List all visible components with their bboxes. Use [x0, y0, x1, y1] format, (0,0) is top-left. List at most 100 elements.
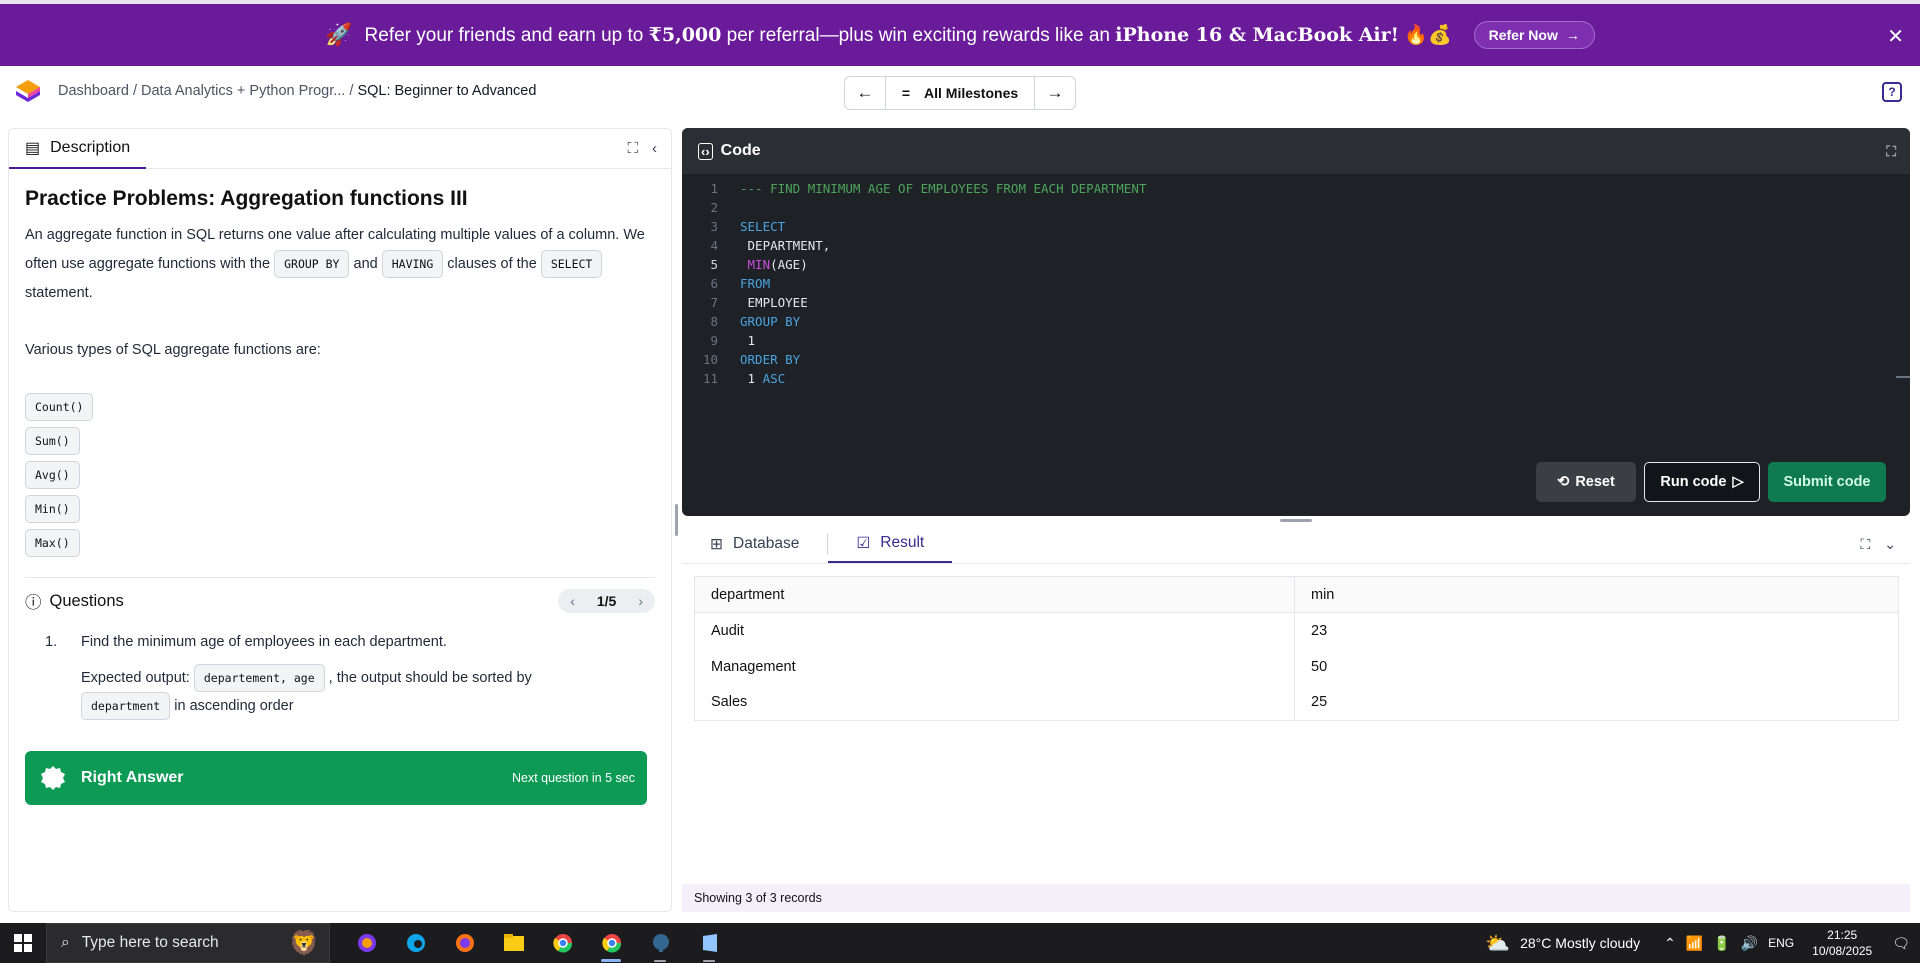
chrome-icon[interactable]	[538, 923, 587, 963]
records-count: Showing 3 of 3 records	[682, 884, 1910, 912]
breadcrumb: Dashboard / Data Analytics + Python Prog…	[58, 83, 537, 99]
windows-start-icon[interactable]	[0, 923, 46, 963]
system-tray: ⛅ 28°C Mostly cloudy ⌃ 📶 🔋 🔊 ENG 21:25 1…	[1485, 923, 1920, 963]
fullscreen-icon[interactable]: ⛶	[1886, 143, 1896, 160]
tab-result[interactable]: ☑ Result	[828, 525, 953, 563]
table-row: Audit 23	[694, 612, 1899, 649]
rocket-icon: 🚀	[325, 22, 353, 47]
description-content: Practice Problems: Aggregation functions…	[9, 169, 671, 911]
volume-icon[interactable]: 🔊	[1741, 935, 1758, 952]
editor-scroll-marker	[1896, 376, 1910, 378]
code-icon: ‹›	[698, 142, 713, 160]
panel-resize-handle[interactable]	[675, 504, 678, 536]
lion-icon: 🦁	[289, 929, 319, 957]
promo-message: Refer your friends and earn up to ₹5,000…	[364, 24, 1452, 46]
taskbar-search[interactable]: ⌕ Type here to search 🦁	[46, 923, 330, 963]
check-square-icon: ☑	[856, 534, 871, 552]
code-chip-having: HAVING	[381, 250, 444, 279]
badge-check-icon	[41, 766, 65, 790]
weather-icon[interactable]: ⛅	[1485, 931, 1510, 956]
close-icon[interactable]: ✕	[1887, 24, 1904, 49]
play-icon: ▷	[1732, 474, 1744, 490]
all-milestones-button[interactable]: = All Milestones	[885, 77, 1035, 109]
breadcrumb-path[interactable]: Dashboard / Data Analytics + Python Prog…	[58, 83, 345, 99]
search-icon: ⌕	[61, 934, 70, 951]
result-table: department min Audit 23 Management 50 Sale…	[694, 576, 1899, 721]
postgres-icon[interactable]	[636, 923, 685, 963]
vertical-resize-handle[interactable]	[1280, 519, 1312, 522]
breadcrumb-current: SQL: Beginner to Advanced	[357, 83, 537, 99]
code-line: EMPLOYEE	[740, 295, 808, 310]
logo-icon[interactable]	[14, 78, 42, 106]
menu-icon: =	[901, 85, 911, 101]
expected-output: Expected output: departement, age , the …	[81, 664, 655, 721]
code-line: --- FIND MINIMUM AGE OF EMPLOYEES FROM E…	[740, 181, 1147, 196]
arrow-right-icon: →	[1565, 27, 1580, 43]
description-tabbar: ▤ Description ⛶ ‹	[9, 129, 671, 169]
question-icon: ⓘ	[25, 594, 42, 612]
chevron-down-icon[interactable]: ⌄	[1884, 536, 1896, 553]
chrome-active-icon[interactable]	[587, 923, 636, 963]
firefox-icon[interactable]	[440, 923, 489, 963]
code-line-min: MIN(AGE)	[747, 257, 808, 272]
next-milestone-button[interactable]: →	[1035, 77, 1075, 109]
notepad-icon[interactable]	[685, 923, 734, 963]
next-question-button[interactable]: ›	[638, 593, 643, 609]
notification-icon[interactable]: 🗨	[1892, 935, 1910, 952]
result-tabbar: ⊞ Database ☑ Result ⛶ ⌄	[682, 526, 1910, 564]
function-chip: Max()	[25, 529, 80, 557]
windows-taskbar: ⌕ Type here to search 🦁 ⛅ 28°C Mostly cl…	[0, 923, 1920, 963]
weather-text[interactable]: 28°C Mostly cloudy	[1520, 935, 1640, 951]
code-editor[interactable]: 1 --- FIND MINIMUM AGE OF EMPLOYEES FROM …	[682, 174, 1910, 388]
question-pager: ‹ 1/5 ›	[558, 589, 655, 613]
function-chip: Avg()	[25, 461, 80, 489]
reset-icon: ⟲	[1557, 474, 1570, 490]
function-list: Count() Sum() Avg() Min() Max()	[25, 393, 655, 557]
tab-description[interactable]: ▤ Description	[9, 129, 147, 169]
prev-milestone-button[interactable]: ←	[845, 77, 885, 109]
battery-icon[interactable]: 🔋	[1713, 935, 1730, 952]
function-chip: Count()	[25, 393, 94, 421]
chevron-up-icon[interactable]: ⌃	[1664, 935, 1676, 952]
code-editor-panel: ‹› Code ⛶ 1 --- FIND MINIMUM AGE OF EMPLO…	[682, 128, 1910, 516]
sort-chip: department	[81, 692, 171, 721]
question-item: 1. Find the minimum age of employees in …	[45, 634, 447, 650]
refer-now-button[interactable]: Refer Now →	[1473, 21, 1595, 49]
collapse-icon[interactable]: ‹	[652, 140, 657, 157]
edge-icon[interactable]	[391, 923, 440, 963]
run-code-button[interactable]: Run code ▷	[1644, 462, 1760, 502]
copilot-icon[interactable]	[342, 923, 391, 963]
expected-chip: departement, age	[193, 664, 325, 693]
code-chip-groupby: GROUP BY	[274, 250, 350, 279]
document-icon: ▤	[25, 139, 41, 157]
column-header: min	[1294, 576, 1899, 613]
right-answer-banner: Right Answer Next question in 5 sec	[25, 751, 647, 805]
code-line: SELECT	[740, 219, 786, 234]
column-header: department	[694, 576, 1295, 613]
functions-label: Various types of SQL aggregate functions…	[25, 342, 321, 358]
tab-database[interactable]: ⊞ Database	[682, 525, 827, 563]
network-icon[interactable]: 📶	[1686, 935, 1703, 952]
code-chip-select: SELECT	[540, 250, 603, 279]
prev-question-button[interactable]: ‹	[570, 593, 575, 609]
top-header: Dashboard / Data Analytics + Python Prog…	[0, 66, 1920, 118]
questions-header: ⓘ Questions ‹ 1/5 ›	[25, 578, 655, 624]
code-line: GROUP BY	[740, 314, 801, 329]
clock[interactable]: 21:25 10/08/2025	[1812, 927, 1872, 959]
table-row: Management 50	[694, 648, 1899, 685]
description-panel: ▤ Description ⛶ ‹ Practice Problems: Agg…	[8, 128, 672, 912]
promo-banner: 🚀 Refer your friends and earn up to ₹5,0…	[0, 0, 1920, 66]
submit-code-button[interactable]: Submit code	[1768, 462, 1886, 502]
code-line: FROM	[740, 276, 771, 291]
language-indicator[interactable]: ENG	[1768, 936, 1794, 950]
problem-title: Practice Problems: Aggregation functions…	[25, 187, 468, 210]
code-line: 1	[740, 333, 756, 348]
file-explorer-icon[interactable]	[489, 923, 538, 963]
result-panel: ⊞ Database ☑ Result ⛶ ⌄ department min A…	[682, 526, 1910, 912]
function-chip: Sum()	[25, 427, 80, 455]
reset-button[interactable]: ⟲ Reset	[1536, 462, 1636, 502]
function-chip: Min()	[25, 495, 80, 523]
fullscreen-icon[interactable]: ⛶	[1860, 536, 1870, 553]
fullscreen-icon[interactable]: ⛶	[627, 140, 638, 157]
help-icon[interactable]: ?	[1882, 82, 1902, 102]
